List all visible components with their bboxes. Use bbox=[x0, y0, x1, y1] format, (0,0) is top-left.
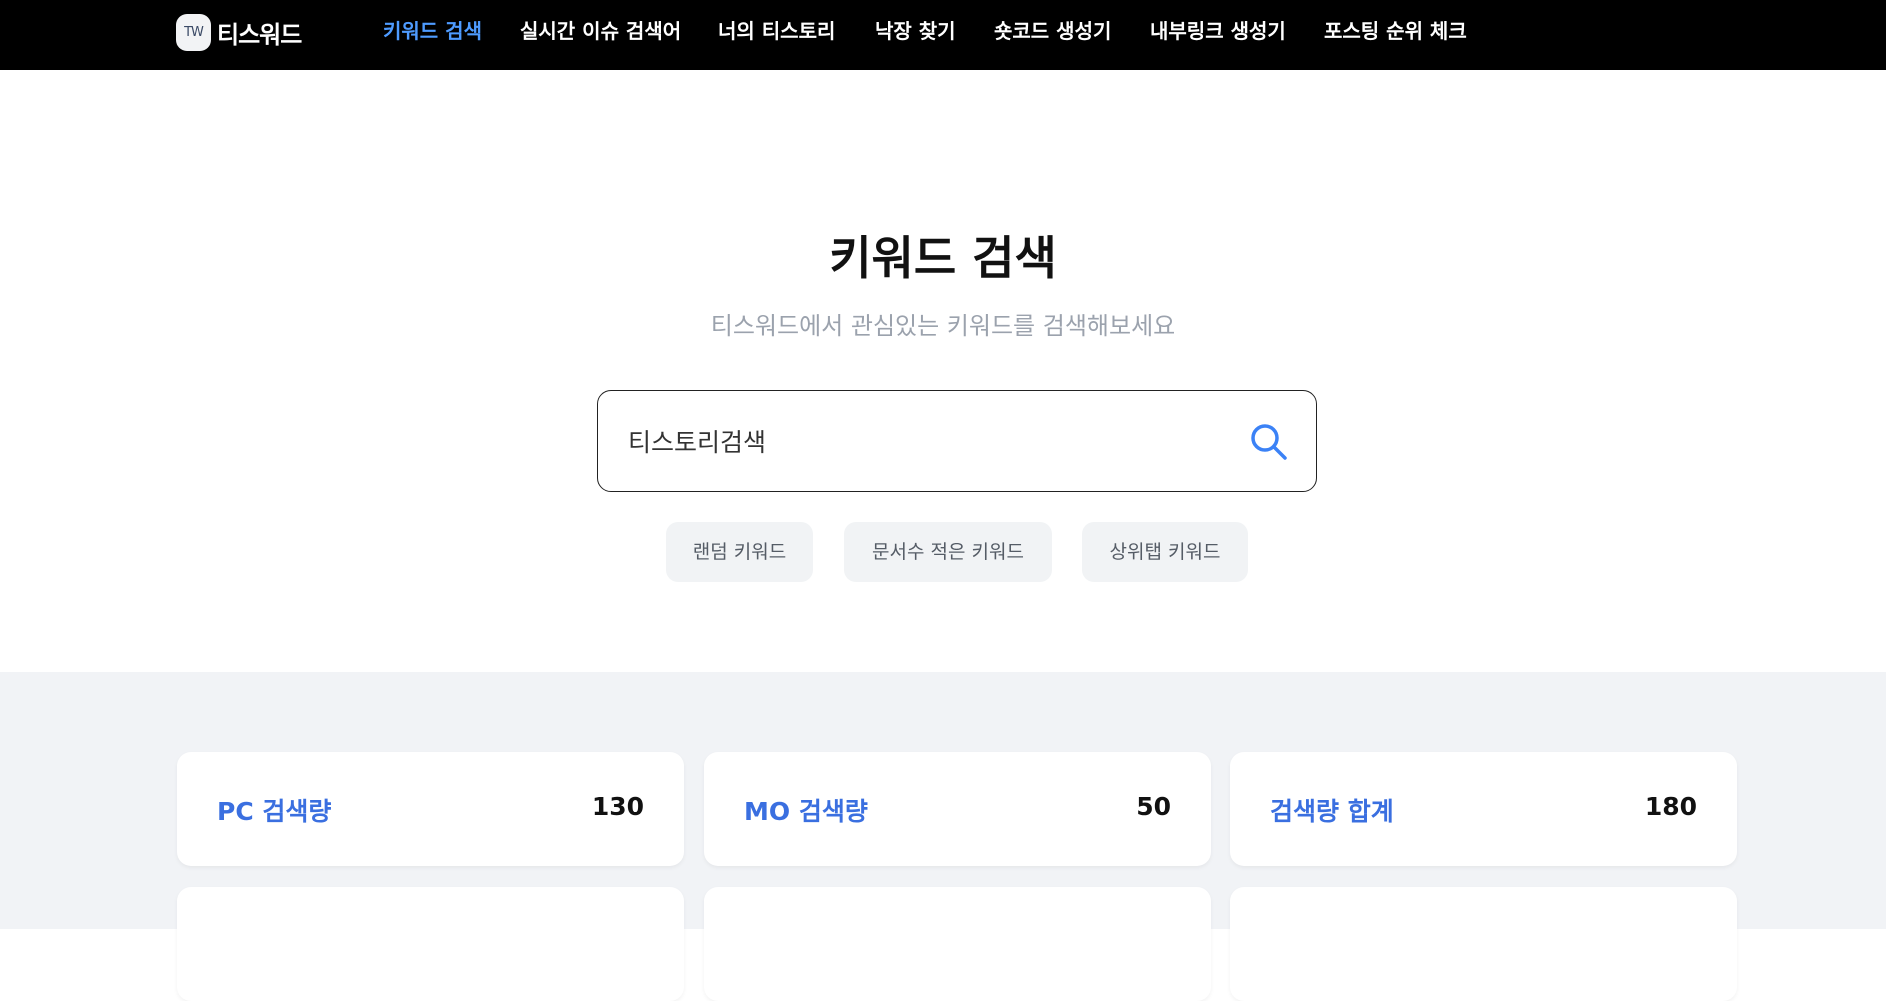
search-box bbox=[597, 390, 1317, 492]
logo-badge-icon: TW bbox=[176, 13, 211, 51]
search-button[interactable] bbox=[1248, 421, 1290, 463]
stat-value: 180 bbox=[1644, 792, 1697, 821]
stat-card-placeholder bbox=[1230, 887, 1737, 1001]
random-keyword-chip[interactable]: 랜덤 키워드 bbox=[666, 522, 813, 582]
search-input[interactable] bbox=[628, 391, 1208, 490]
stat-label: PC 검색량 bbox=[217, 797, 332, 826]
stat-value: 130 bbox=[591, 792, 644, 821]
stat-label: 검색량 합계 bbox=[1270, 797, 1394, 826]
nav-item-shortcode-generator[interactable]: 숏코드 생성기 bbox=[994, 16, 1111, 46]
stat-label: MO 검색량 bbox=[744, 797, 868, 826]
page-title: 키워드 검색 bbox=[829, 231, 1057, 285]
search-icon bbox=[1251, 424, 1287, 460]
nav-item-posting-rank-check[interactable]: 포스팅 순위 체크 bbox=[1324, 16, 1467, 46]
stats-section: PC 검색량 130 MO 검색량 50 검색량 합계 180 bbox=[0, 672, 1886, 1001]
nav-item-realtime-issues[interactable]: 실시간 이슈 검색어 bbox=[520, 16, 681, 46]
top-navigation-bar: TW 티스워드 키워드 검색 실시간 이슈 검색어 너의 티스토리 낙장 찾기 … bbox=[0, 0, 1886, 70]
low-document-keyword-chip[interactable]: 문서수 적은 키워드 bbox=[844, 522, 1052, 582]
page-subtitle: 티스워드에서 관심있는 키워드를 검색해보세요 bbox=[710, 312, 1176, 340]
nav-item-your-tistory[interactable]: 너의 티스토리 bbox=[718, 16, 835, 46]
stat-card-pc: PC 검색량 130 bbox=[177, 752, 684, 866]
nav-item-keyword-search[interactable]: 키워드 검색 bbox=[383, 16, 482, 46]
stat-card-mobile: MO 검색량 50 bbox=[704, 752, 1211, 866]
site-logo[interactable]: TW 티스워드 bbox=[176, 12, 302, 52]
stat-card-placeholder bbox=[177, 887, 684, 1001]
logo-text: 티스워드 bbox=[217, 20, 302, 49]
stat-card-placeholder bbox=[704, 887, 1211, 1001]
stat-value: 50 bbox=[1136, 792, 1171, 821]
top-tab-keyword-chip[interactable]: 상위탭 키워드 bbox=[1082, 522, 1248, 582]
nav-item-find-dropped[interactable]: 낙장 찾기 bbox=[875, 16, 956, 46]
nav-item-internal-link-generator[interactable]: 내부링크 생성기 bbox=[1150, 16, 1286, 46]
stat-card-total: 검색량 합계 180 bbox=[1230, 752, 1737, 866]
